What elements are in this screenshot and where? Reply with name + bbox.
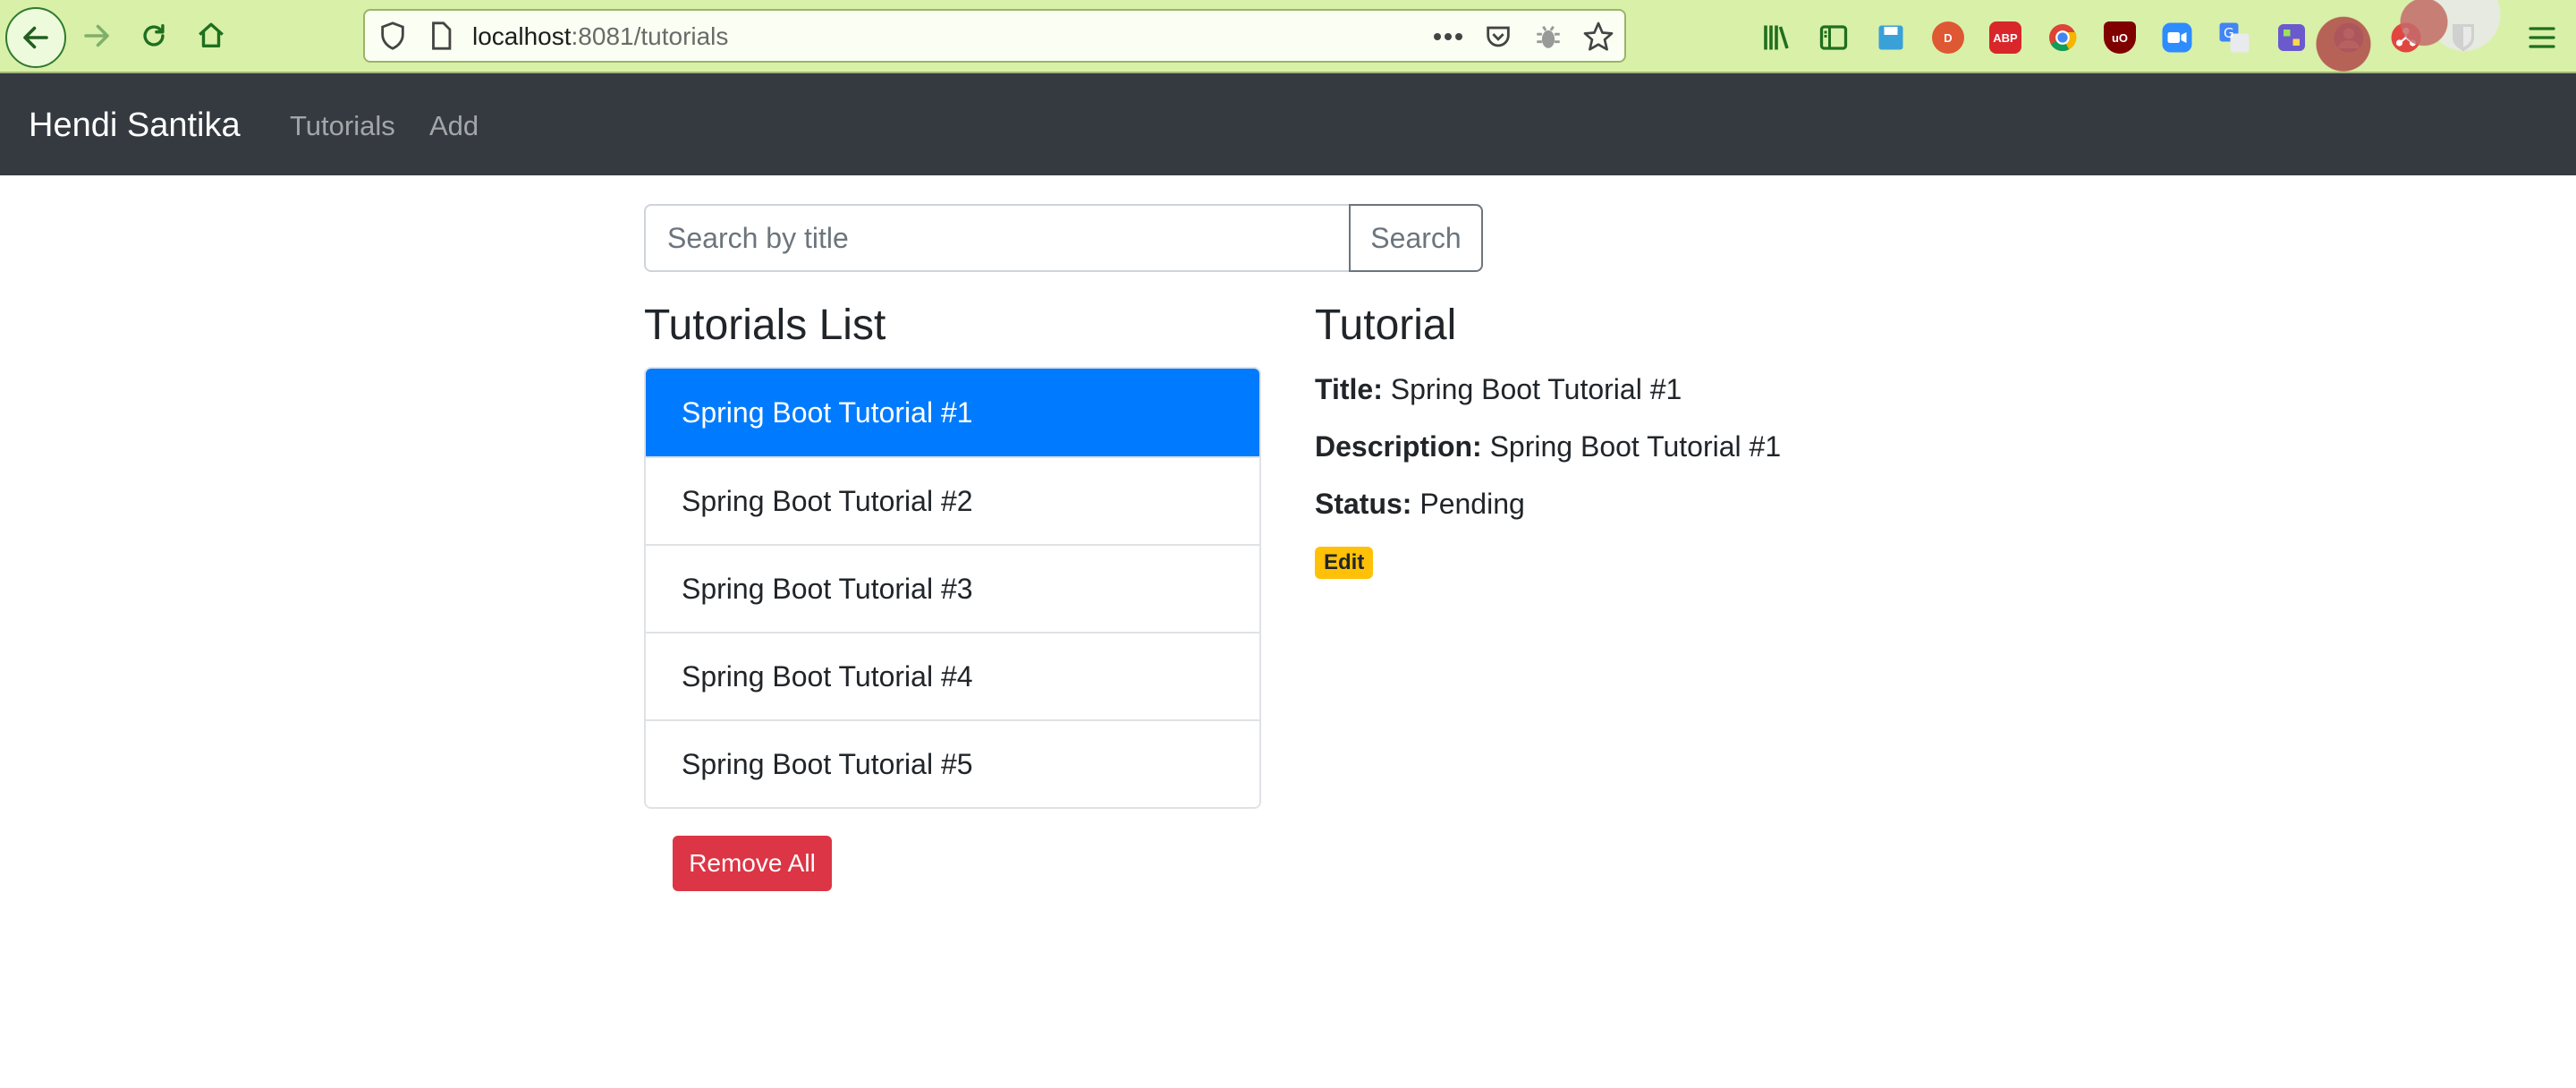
detail-description-value: Spring Boot Tutorial #1 xyxy=(1489,430,1782,463)
arrow-right-icon xyxy=(84,24,109,47)
detail-title-label: Title: xyxy=(1315,373,1383,405)
library-icon[interactable] xyxy=(1757,18,1796,57)
zoom-icon[interactable] xyxy=(2157,18,2197,57)
tutorial-detail-heading: Tutorial xyxy=(1315,302,1457,349)
tutorials-list: Spring Boot Tutorial #1 Spring Boot Tuto… xyxy=(644,367,1261,809)
list-item[interactable]: Spring Boot Tutorial #5 xyxy=(646,719,1259,807)
translate-icon[interactable]: G xyxy=(2215,18,2254,57)
more-icon[interactable] xyxy=(1431,20,1465,54)
adblock-icon[interactable]: ABP xyxy=(1986,18,2025,57)
detail-status-row: Status: Pending xyxy=(1315,486,1525,522)
page-icon xyxy=(432,21,452,50)
reload-button[interactable] xyxy=(125,7,182,64)
shield-icon[interactable] xyxy=(377,21,408,51)
svg-text:G: G xyxy=(2224,25,2234,41)
url-text[interactable]: localhost:8081/tutorials xyxy=(472,21,728,52)
address-bar[interactable]: localhost:8081/tutorials xyxy=(363,9,1626,63)
navbar-brand[interactable]: Hendi Santika xyxy=(29,106,241,145)
arrow-left-icon xyxy=(23,26,48,49)
chrome-icon[interactable] xyxy=(2043,18,2082,57)
url-path: :8081/tutorials xyxy=(571,22,729,50)
bug-icon[interactable] xyxy=(1531,20,1565,54)
forward-button[interactable] xyxy=(68,7,125,64)
star-icon[interactable] xyxy=(1581,20,1615,54)
theme-artwork xyxy=(2263,0,2531,73)
url-host: localhost xyxy=(472,22,572,50)
app-navbar: Hendi Santika Tutorials Add xyxy=(0,73,2576,175)
detail-status-label: Status: xyxy=(1315,488,1412,520)
save-icon[interactable] xyxy=(1871,18,1911,57)
nav-link-tutorials[interactable]: Tutorials xyxy=(290,109,395,143)
home-button[interactable] xyxy=(182,7,240,64)
remove-all-button[interactable]: Remove All xyxy=(673,836,832,891)
detail-description-row: Description: Spring Boot Tutorial #1 xyxy=(1315,429,1781,464)
list-item[interactable]: Spring Boot Tutorial #3 xyxy=(646,544,1259,632)
search-button[interactable]: Search xyxy=(1349,204,1483,272)
detail-status-value: Pending xyxy=(1419,488,1525,520)
search-input[interactable] xyxy=(644,204,1351,272)
detail-title-row: Title: Spring Boot Tutorial #1 xyxy=(1315,371,1682,407)
back-button[interactable] xyxy=(5,7,66,68)
nav-link-add[interactable]: Add xyxy=(429,109,479,143)
list-item[interactable]: Spring Boot Tutorial #1 xyxy=(646,369,1259,456)
home-icon xyxy=(199,22,224,48)
edit-button[interactable]: Edit xyxy=(1315,547,1374,579)
duckduckgo-icon[interactable]: D xyxy=(1928,18,1968,57)
tutorials-list-title: Tutorials List xyxy=(644,302,886,349)
search-group: Search xyxy=(644,204,1485,272)
detail-title-value: Spring Boot Tutorial #1 xyxy=(1390,373,1682,405)
sidebar-icon[interactable] xyxy=(1814,18,1853,57)
list-item[interactable]: Spring Boot Tutorial #2 xyxy=(646,456,1259,544)
detail-description-label: Description: xyxy=(1315,430,1482,463)
list-item[interactable]: Spring Boot Tutorial #4 xyxy=(646,632,1259,719)
ublock-icon[interactable]: uO xyxy=(2100,18,2140,57)
reload-icon xyxy=(143,23,165,47)
browser-toolbar: localhost:8081/tutorials D ABP uO G xyxy=(0,0,2576,73)
pocket-icon[interactable] xyxy=(1481,20,1515,54)
hamburger-menu-icon[interactable] xyxy=(2522,18,2562,57)
